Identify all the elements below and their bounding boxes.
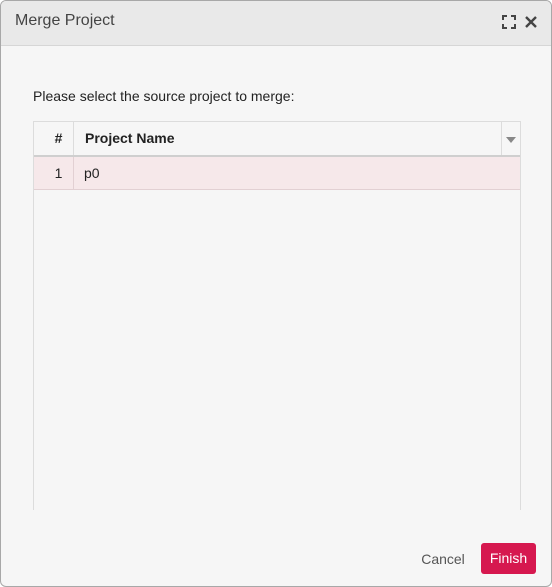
finish-button[interactable]: Finish [481, 543, 536, 574]
merge-project-dialog: Merge Project Please select the source p… [0, 0, 552, 587]
row-number: 1 [34, 157, 74, 189]
column-header-project-name[interactable]: Project Name [85, 122, 174, 155]
maximize-icon[interactable] [501, 14, 517, 30]
dialog-titlebar: Merge Project [1, 1, 551, 46]
column-menu-icon[interactable] [501, 122, 520, 155]
row-project-name: p0 [84, 165, 100, 181]
cancel-button[interactable]: Cancel [413, 543, 473, 575]
grid-header: # Project Name [34, 122, 520, 157]
project-grid: # Project Name 1 p0 [33, 121, 521, 510]
table-row[interactable]: 1 p0 [34, 157, 520, 190]
dialog-title: Merge Project [15, 12, 115, 29]
close-icon[interactable] [523, 14, 539, 30]
instructions-text: Please select the source project to merg… [33, 88, 295, 104]
column-header-number[interactable]: # [34, 122, 74, 155]
